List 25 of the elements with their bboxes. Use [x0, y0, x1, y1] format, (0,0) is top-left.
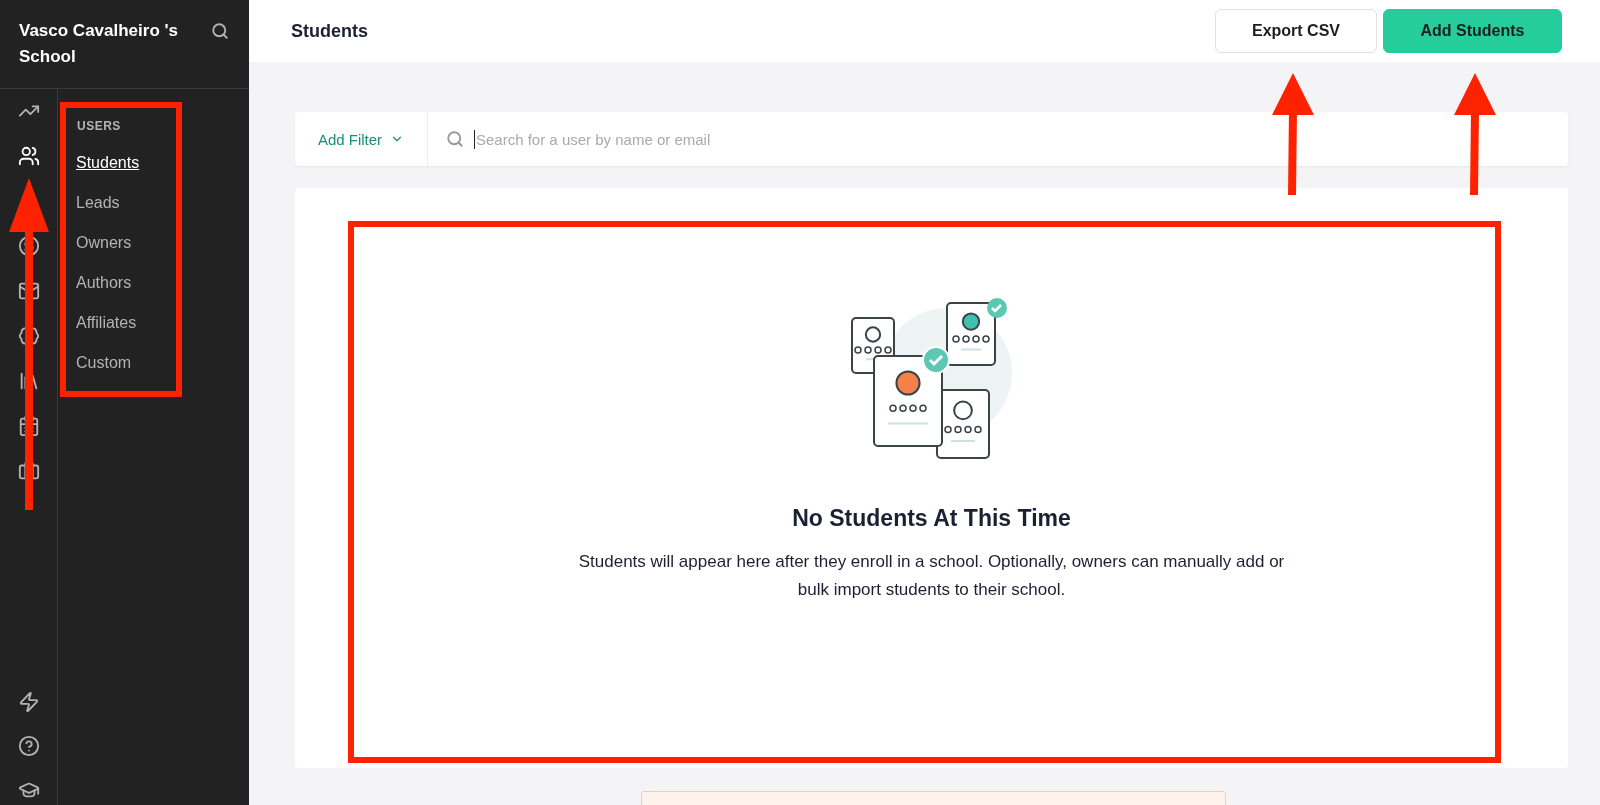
- search-icon: [446, 130, 464, 148]
- sidebar-item[interactable]: Authors: [76, 274, 132, 292]
- filter-dropdown[interactable]: Add Filter: [295, 112, 428, 166]
- section-heading: USERS: [77, 119, 122, 133]
- help-icon[interactable]: [17, 735, 40, 757]
- empty-description: Students will appear here after they enroll in a school. Optionally, owners can manually add or bulk import students to their school.: [577, 551, 1286, 601]
- lightning-icon[interactable]: [17, 691, 40, 713]
- sidebar-item[interactable]: Students: [76, 154, 140, 172]
- users-icon[interactable]: [17, 145, 40, 167]
- calendar-icon[interactable]: [17, 415, 40, 437]
- search-field[interactable]: Search for a user by name or email: [428, 112, 1568, 166]
- mail-icon[interactable]: [17, 280, 40, 302]
- sidebar-item[interactable]: Leads: [76, 194, 120, 212]
- search-icon[interactable]: [211, 22, 229, 40]
- badge-icon[interactable]: [17, 325, 40, 347]
- sidebar-item[interactable]: Custom: [76, 354, 132, 372]
- sidebar-item[interactable]: Owners: [76, 234, 132, 252]
- export-button[interactable]: Export CSV: [1215, 9, 1377, 53]
- add-button[interactable]: Add Students: [1383, 9, 1562, 53]
- school-name: Vasco Cavalheiro 's School: [19, 20, 180, 68]
- page-title: Students: [291, 20, 369, 42]
- briefcase-icon[interactable]: [17, 460, 40, 482]
- sidebar-item[interactable]: Affiliates: [76, 314, 137, 332]
- dollar-icon[interactable]: [17, 235, 40, 257]
- empty-title: No Students At This Time: [792, 505, 1071, 532]
